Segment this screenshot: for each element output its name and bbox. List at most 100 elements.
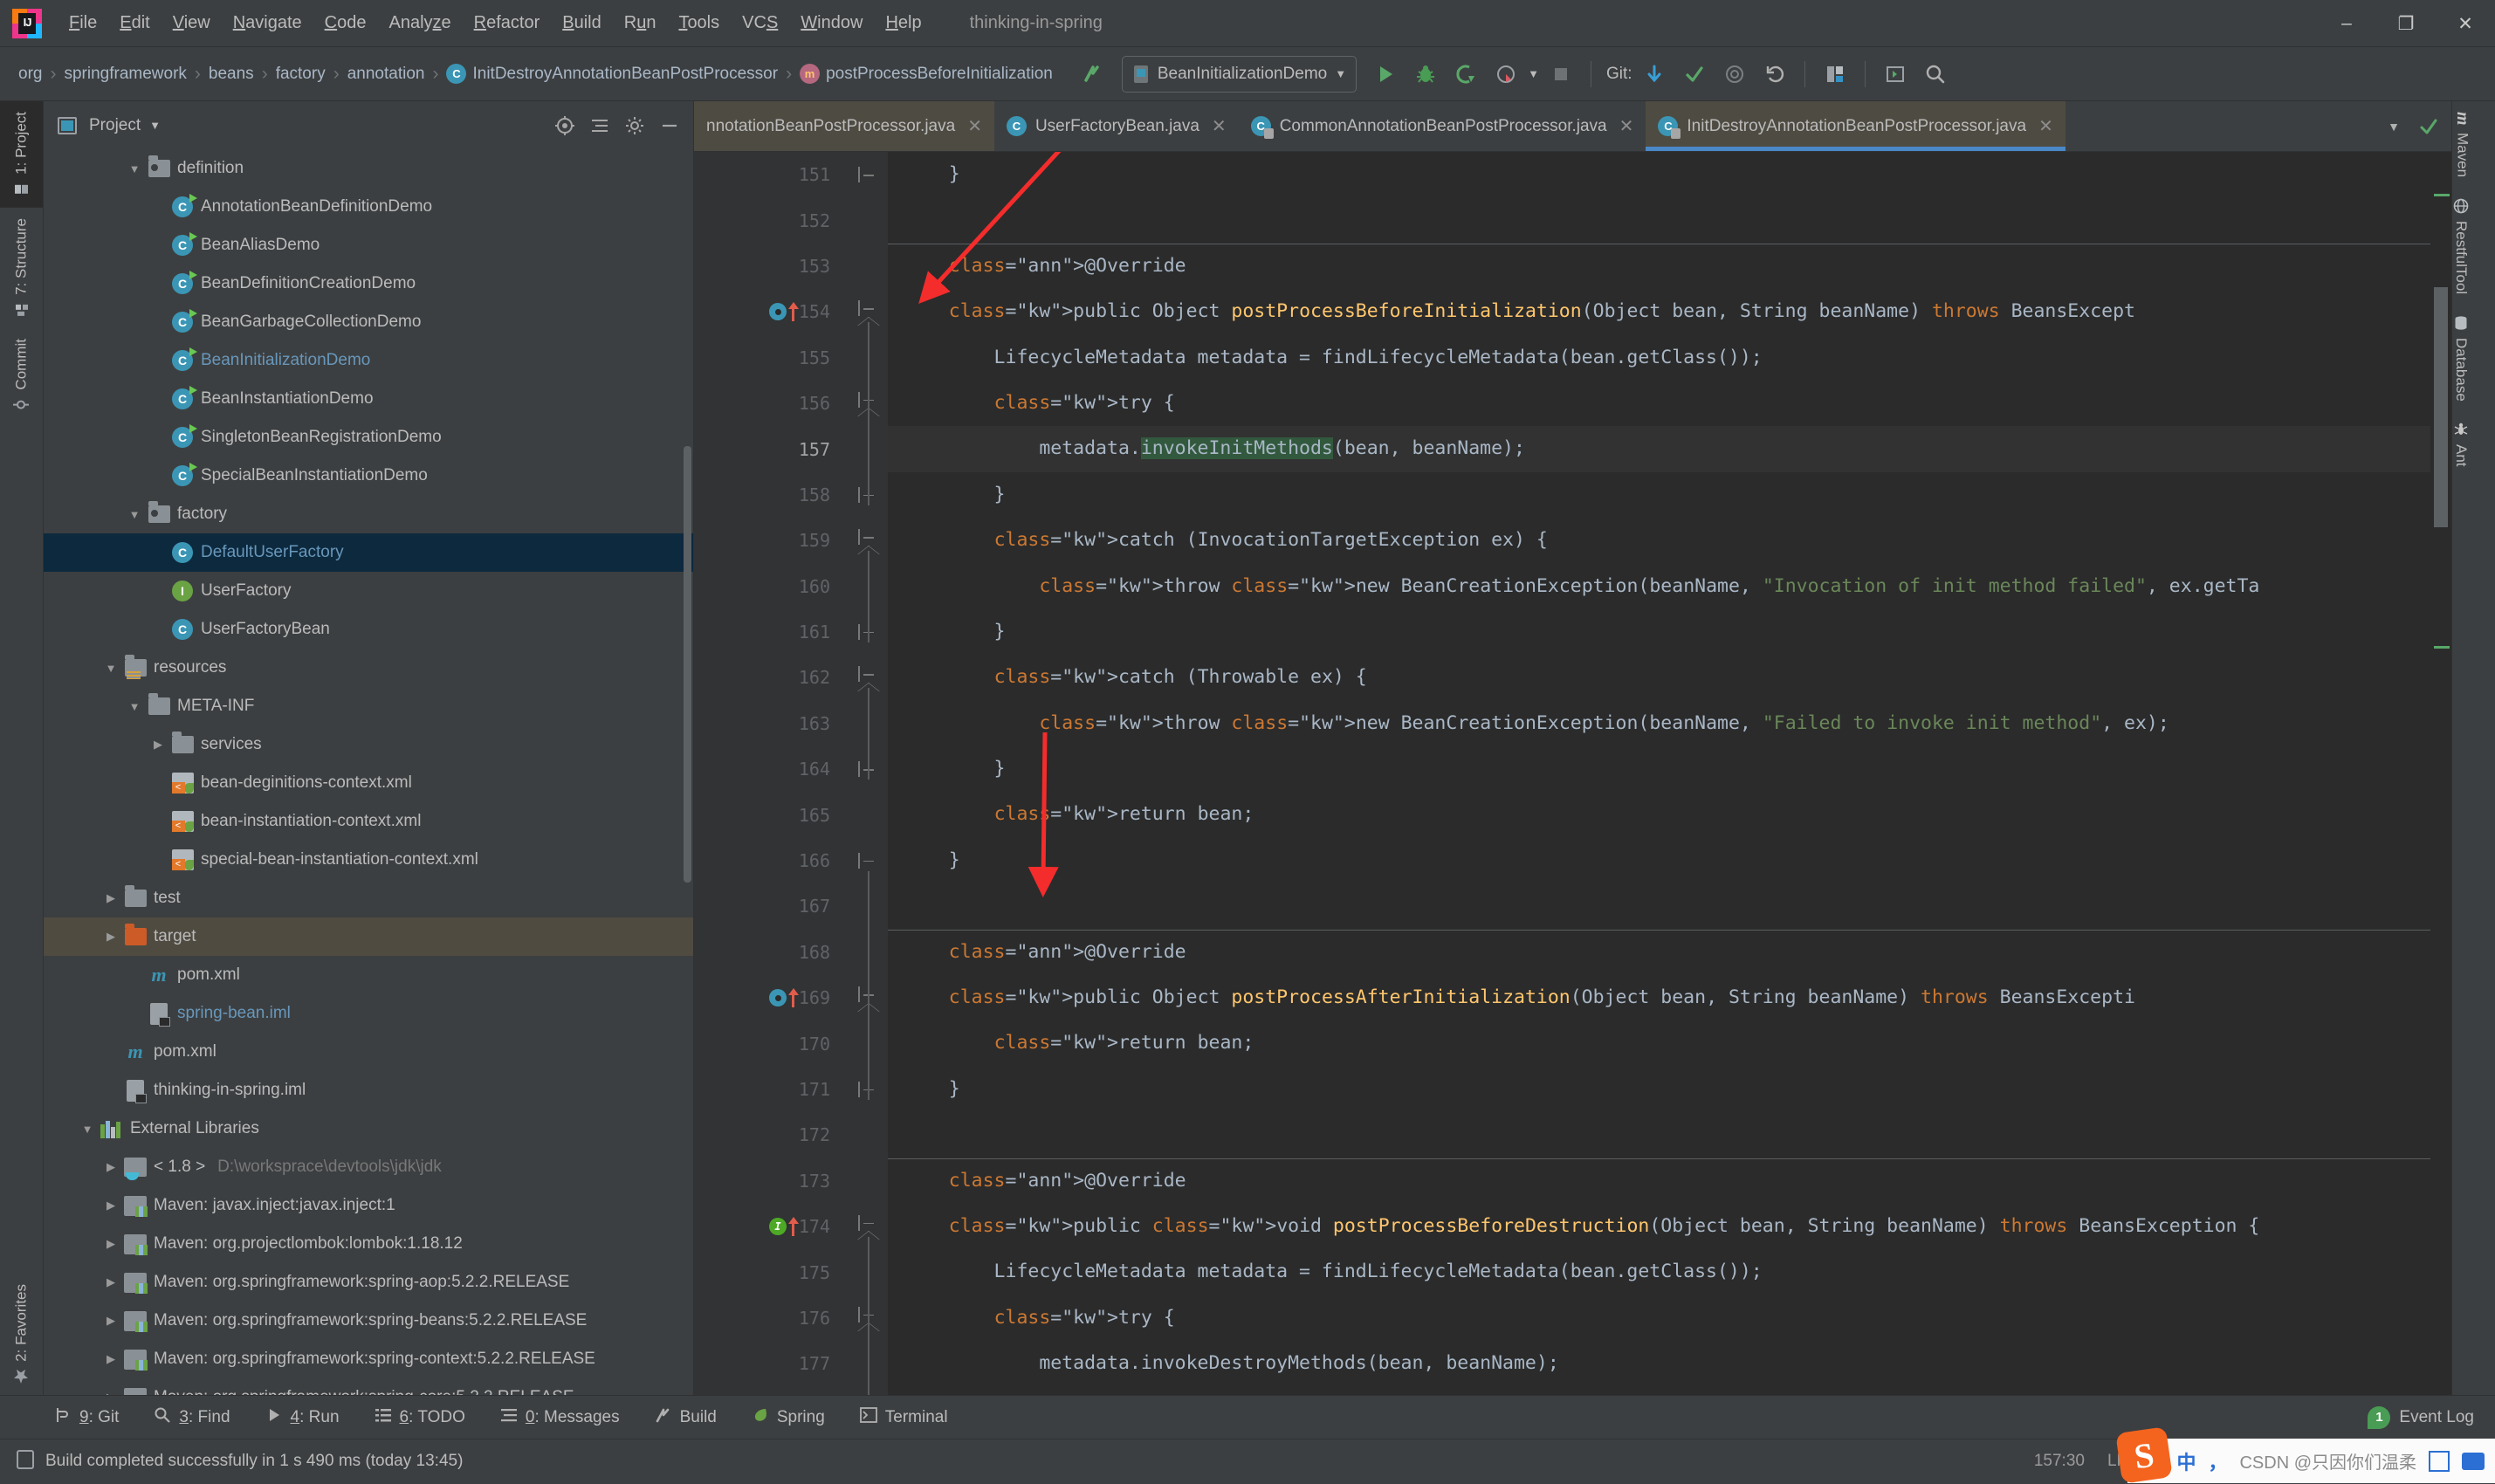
rail-button-ant[interactable]: Ant	[2452, 411, 2470, 477]
gutter-line-number[interactable]: 168	[694, 930, 844, 975]
gutter-line-number[interactable]: I 174	[694, 1204, 844, 1249]
code-line[interactable]	[888, 1112, 2451, 1158]
breadcrumb-item[interactable]: springframework	[58, 61, 192, 87]
tool-window-button-spring[interactable]: Spring	[746, 1403, 830, 1432]
gutter-line-number[interactable]: 163	[694, 701, 844, 746]
tree-twisty-right[interactable]: ▶	[100, 1237, 122, 1251]
gutter-line-number[interactable]: 154	[694, 289, 844, 334]
minimize-button[interactable]: –	[2317, 0, 2376, 47]
code-line[interactable]: }	[888, 838, 2451, 883]
tree-item[interactable]: C BeanInstantiationDemo	[44, 380, 693, 418]
code-line[interactable]	[888, 883, 2451, 929]
tree-twisty-right[interactable]: ▶	[147, 738, 169, 752]
tree-item[interactable]: ▶ Maven: org.springframework:spring-beans…	[44, 1302, 693, 1340]
code-line[interactable]: }	[888, 609, 2451, 655]
tree-item[interactable]: ▼ External Libraries	[44, 1110, 693, 1148]
gutter-line-number[interactable]: 157	[694, 426, 844, 471]
tree-item[interactable]: spring-bean.iml	[44, 994, 693, 1033]
gutter-line-number[interactable]: 172	[694, 1112, 844, 1158]
gutter-line-number[interactable]: 151	[694, 152, 844, 197]
gutter-line-number[interactable]: 175	[694, 1249, 844, 1295]
tree-item[interactable]: ▶ Maven: org.springframework:spring-conte…	[44, 1340, 693, 1378]
settings-gear-icon[interactable]	[622, 113, 648, 139]
tree-twisty-right[interactable]: ▶	[100, 1391, 122, 1395]
structure-icon[interactable]	[1817, 56, 1853, 93]
tree-twisty-down[interactable]: ▼	[100, 662, 122, 675]
menu-item-analyze[interactable]: Analyze	[377, 10, 462, 37]
code-line[interactable]: metadata.invokeDestroyMethods(bean, bean…	[888, 1341, 2451, 1386]
gutter-overrides-marker[interactable]	[769, 988, 799, 1008]
git-history-icon[interactable]	[1716, 56, 1753, 93]
event-log-label[interactable]: Event Log	[2399, 1408, 2474, 1427]
maximize-button[interactable]: ❐	[2376, 0, 2436, 47]
code-line[interactable]: class="kw">try {	[888, 381, 2451, 426]
gutter-line-number[interactable]: 152	[694, 197, 844, 243]
fold-end-icon[interactable]	[858, 167, 879, 189]
tree-twisty-right[interactable]: ▶	[100, 891, 122, 905]
caret-position[interactable]: 157:30	[2034, 1452, 2085, 1471]
menu-item-code[interactable]: Code	[313, 10, 378, 37]
tree-folder[interactable]: ▼ definition	[44, 149, 693, 188]
code-line[interactable]: class="kw">return bean;	[888, 792, 2451, 837]
editor-tab[interactable]: C CommonAnnotationBeanPostProcessor.java ✕	[1238, 101, 1646, 151]
breadcrumb-item[interactable]: beans	[203, 61, 260, 87]
close-icon[interactable]: ✕	[2038, 115, 2053, 137]
project-scrollbar-thumb[interactable]	[684, 446, 691, 883]
chevron-down-icon[interactable]: ▼	[149, 119, 161, 132]
search-everywhere-icon[interactable]	[1917, 56, 1954, 93]
tree-item[interactable]: C UserFactoryBean	[44, 610, 693, 649]
fold-collapse-icon[interactable]	[847, 1214, 890, 1240]
chevron-down-icon[interactable]: ▼	[2378, 111, 2409, 142]
tree-twisty-right[interactable]: ▶	[100, 1275, 122, 1289]
ime-panel-icon[interactable]	[2429, 1450, 2450, 1472]
code-line[interactable]: }	[888, 746, 2451, 792]
gutter-line-number[interactable]: 176	[694, 1295, 844, 1341]
scrollbar-thumb[interactable]	[2434, 287, 2448, 527]
debug-icon[interactable]	[1407, 56, 1444, 93]
tree-twisty-right[interactable]: ▶	[100, 1352, 122, 1366]
tree-item[interactable]: ▶ Maven: org.springframework:spring-aop:5…	[44, 1263, 693, 1302]
gutter-line-number[interactable]: 155	[694, 335, 844, 381]
tree-item[interactable]: C BeanGarbageCollectionDemo	[44, 303, 693, 341]
tree-twisty-right[interactable]: ▶	[100, 1314, 122, 1328]
menu-item-navigate[interactable]: Navigate	[222, 10, 313, 37]
tree-item[interactable]: C SpecialBeanInstantiationDemo	[44, 457, 693, 495]
rail-button-structure[interactable]: 7: Structure	[0, 208, 43, 328]
code-line[interactable]: }	[888, 472, 2451, 518]
editor-tab[interactable]: nnotationBeanPostProcessor.java ✕	[694, 101, 994, 151]
chevron-down-icon[interactable]: ▼	[1528, 67, 1539, 80]
run-icon[interactable]	[1367, 56, 1404, 93]
editor-vertical-scrollbar[interactable]	[2430, 152, 2451, 1395]
tree-folder[interactable]: ▼ META-INF	[44, 687, 693, 725]
gutter-line-number[interactable]: 178	[694, 1387, 844, 1395]
menu-item-refactor[interactable]: Refactor	[463, 10, 552, 37]
code-line[interactable]: class="ann">@Override	[888, 1158, 2451, 1204]
code-content[interactable]: } class="ann">@Override class="kw">publi…	[888, 152, 2451, 1395]
ime-toolbar[interactable]: S 中 ， CSDN @只因你们温柔	[2115, 1426, 2495, 1484]
tree-item[interactable]: C AnnotationBeanDefinitionDemo	[44, 188, 693, 226]
tree-item[interactable]: m pom.xml	[44, 1033, 693, 1071]
gutter-line-number[interactable]: 156	[694, 381, 844, 426]
tool-window-button-terminal[interactable]: Terminal	[855, 1403, 953, 1432]
run-coverage-icon[interactable]	[1447, 56, 1484, 93]
menu-item-vcs[interactable]: VCS	[731, 10, 789, 37]
rail-button-maven[interactable]: m Maven	[2452, 101, 2472, 188]
code-line[interactable]: class="kw">public Object postProcessBefo…	[888, 289, 2451, 334]
code-line[interactable]: }	[888, 1067, 2451, 1112]
code-folding-column[interactable]	[844, 152, 890, 1395]
tool-window-button-messages[interactable]: 0: Messages	[495, 1403, 625, 1432]
git-update-icon[interactable]	[1636, 56, 1673, 93]
code-line[interactable]: class="kw">throw class="kw">new BeanCrea…	[888, 564, 2451, 609]
code-line[interactable]: class="kw">public Object postProcessAfte…	[888, 975, 2451, 1020]
menu-item-tools[interactable]: Tools	[667, 10, 731, 37]
target-icon[interactable]	[552, 113, 578, 139]
code-line[interactable]: LifecycleMetadata metadata = findLifecyc…	[888, 335, 2451, 381]
tool-window-button-git[interactable]: 9: Git	[49, 1403, 124, 1432]
code-line[interactable]: class="kw">public class="kw">void postPr…	[888, 1204, 2451, 1249]
code-line[interactable]: class="ann">@Override	[888, 244, 2451, 289]
build-icon[interactable]	[1075, 56, 1111, 93]
breadcrumb-item[interactable]: annotation	[341, 61, 431, 87]
breadcrumb-item[interactable]: org	[12, 61, 48, 87]
gutter-line-number[interactable]: 161	[694, 609, 844, 655]
breadcrumb-item[interactable]: C InitDestroyAnnotationBeanPostProcessor	[440, 60, 784, 87]
